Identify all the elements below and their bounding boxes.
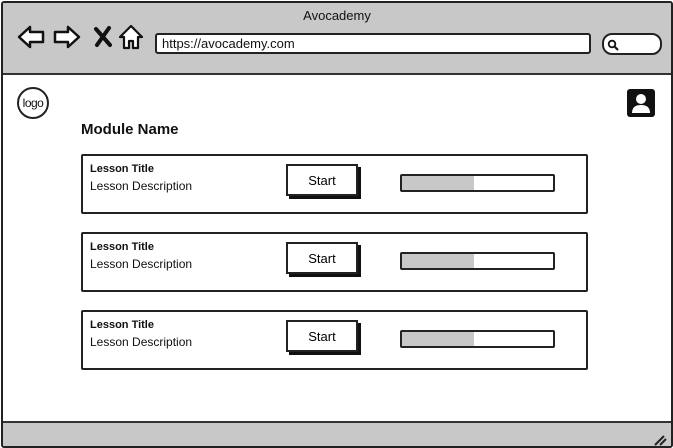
- progress-bar: [400, 252, 555, 270]
- lesson-title: Lesson Title: [90, 241, 154, 253]
- address-bar[interactable]: https://avocademy.com: [155, 33, 591, 54]
- lesson-card: Lesson Title Lesson Description Start: [81, 232, 588, 292]
- progress-fill: [402, 176, 475, 190]
- page-content: logo Module Name Lesson Title Lesson Des…: [3, 75, 671, 421]
- start-button[interactable]: Start: [286, 320, 358, 352]
- browser-window: Avocademy https://avocademy.com logo Mod…: [1, 1, 673, 448]
- close-x-icon[interactable]: [89, 23, 117, 51]
- lesson-card: Lesson Title Lesson Description Start: [81, 310, 588, 370]
- status-bar: [3, 421, 671, 446]
- start-button[interactable]: Start: [286, 242, 358, 274]
- magnifier-icon: [607, 38, 619, 51]
- search-field[interactable]: [602, 33, 662, 55]
- module-title: Module Name: [81, 121, 179, 138]
- home-icon[interactable]: [117, 23, 145, 51]
- user-profile-icon[interactable]: [627, 89, 655, 117]
- resize-grip-icon[interactable]: [651, 432, 667, 446]
- browser-chrome: Avocademy https://avocademy.com: [3, 3, 671, 75]
- progress-bar: [400, 330, 555, 348]
- lesson-description: Lesson Description: [90, 257, 193, 271]
- lesson-card: Lesson Title Lesson Description Start: [81, 154, 588, 214]
- lesson-description: Lesson Description: [90, 179, 193, 193]
- window-title: Avocademy: [303, 8, 371, 23]
- start-button[interactable]: Start: [286, 164, 358, 196]
- forward-arrow-icon[interactable]: [53, 23, 81, 51]
- lesson-description: Lesson Description: [90, 335, 193, 349]
- progress-fill: [402, 332, 475, 346]
- progress-bar: [400, 174, 555, 192]
- logo[interactable]: logo: [17, 87, 49, 119]
- lesson-title: Lesson Title: [90, 163, 154, 175]
- back-arrow-icon[interactable]: [17, 23, 45, 51]
- lesson-title: Lesson Title: [90, 319, 154, 331]
- progress-fill: [402, 254, 475, 268]
